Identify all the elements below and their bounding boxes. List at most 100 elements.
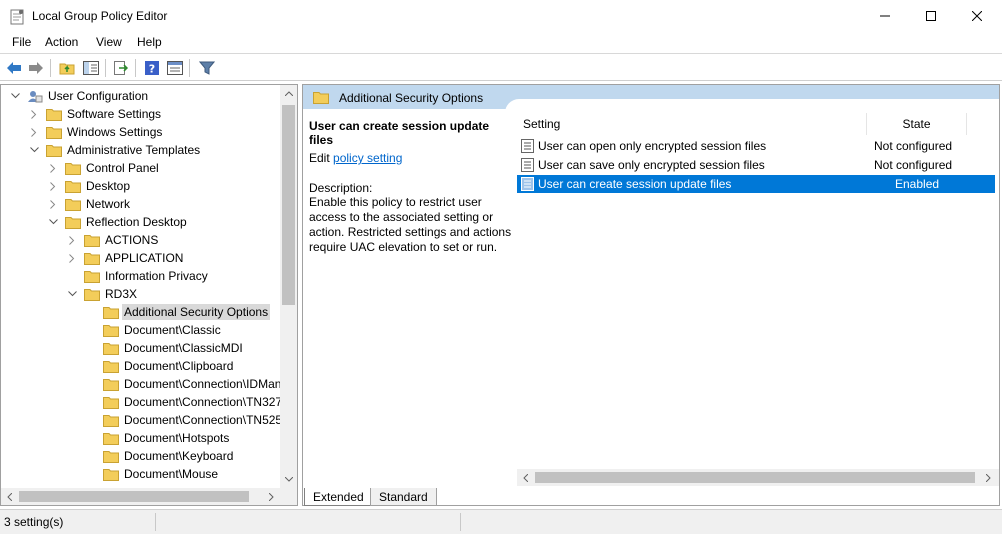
menu-action[interactable]: Action [43,35,80,49]
minimize-button[interactable] [862,0,908,32]
edit-policy-setting-link[interactable]: policy setting [333,151,402,165]
policy-setting-icon [521,139,534,153]
chevron-right-icon[interactable] [47,180,59,192]
tree-horizontal-scrollbar[interactable] [1,488,297,505]
details-header: Additional Security Options [303,85,999,113]
export-list-button[interactable] [111,58,131,78]
show-hide-tree-icon [83,61,99,75]
close-icon [972,11,982,21]
chevron-down-icon[interactable] [28,144,40,156]
chevron-right-icon[interactable] [47,198,59,210]
show-hide-tree-button[interactable] [81,58,101,78]
folder-icon [103,324,119,337]
tree-vertical-scrollbar[interactable] [280,85,297,488]
properties-icon [167,61,183,75]
chevron-down-icon[interactable] [47,216,59,228]
scroll-down-arrow-icon[interactable] [280,471,297,488]
list-hscroll-thumb[interactable] [535,472,975,483]
tree-item[interactable]: Control Panel [47,159,161,177]
tree-hscroll-thumb[interactable] [19,491,249,502]
tree-item[interactable]: Reflection Desktop [47,213,189,231]
tree-item[interactable]: Software Settings [28,105,163,123]
filter-button[interactable] [197,58,217,78]
tree-item-label: Windows Settings [67,125,163,139]
policy-title: User can create session update files [309,119,490,147]
menu-file[interactable]: File [10,35,33,49]
tree-item[interactable]: Document\Connection\TN3270 [85,393,291,411]
menu-view[interactable]: View [94,35,124,49]
scroll-right-arrow-icon[interactable] [980,469,997,486]
tree-item[interactable]: Document\Mouse [85,465,220,483]
chevron-right-icon[interactable] [28,126,40,138]
tree-item-label: Document\Connection\TN5250 [124,413,289,427]
header-curve [505,99,999,113]
folder-icon [103,360,119,373]
column-header-setting[interactable]: Setting [517,113,867,135]
tree-item[interactable]: Windows Settings [28,123,164,141]
tree-item[interactable]: Document\Keyboard [85,447,235,465]
tree-item-label: User Configuration [48,89,149,103]
close-button[interactable] [954,0,1000,32]
chevron-down-icon[interactable] [9,90,21,102]
tab-extended[interactable]: Extended [304,488,372,506]
tree-item[interactable]: Information Privacy [66,267,210,285]
tree-item[interactable]: Document\Clipboard [85,357,235,375]
tree-item[interactable]: ACTIONS [66,231,160,249]
up-folder-button[interactable] [57,58,77,78]
folder-icon [313,92,329,104]
table-row[interactable]: User can create session update files Enab… [517,175,995,193]
folder-icon [103,306,119,319]
tree-item-label: Additional Security Options [122,304,271,320]
tree-vscroll-thumb[interactable] [282,105,295,305]
scroll-left-arrow-icon[interactable] [517,469,534,486]
folder-icon [65,198,81,211]
tree-item[interactable]: RD3X [66,285,139,303]
folder-icon [84,270,100,283]
tab-standard[interactable]: Standard [370,488,437,506]
back-button[interactable] [4,58,24,78]
menu-bar: File Action View Help [0,32,1002,54]
tree-item[interactable]: Document\Hotspots [85,429,231,447]
tree-item-label: Reflection Desktop [86,215,187,229]
tree-item-label: Information Privacy [105,269,208,283]
chevron-right-icon[interactable] [66,234,78,246]
list-horizontal-scrollbar[interactable] [517,469,999,486]
tree-item-label: Document\ClassicMDI [124,341,243,355]
tree-item[interactable]: User Configuration [9,87,150,105]
tree-item[interactable]: Document\ClassicMDI [85,339,245,357]
properties-button[interactable] [165,58,185,78]
tree-item[interactable]: Document\Connection\TN5250 [85,411,291,429]
tree-item[interactable]: Additional Security Options [85,303,271,321]
tree-item[interactable]: Network [47,195,132,213]
settings-list[interactable]: Setting State User can open only encrypt… [517,113,999,475]
export-list-icon [114,61,129,75]
table-row[interactable]: User can save only encrypted session fil… [517,156,995,174]
maximize-button[interactable] [908,0,954,32]
help-button[interactable]: ? [142,58,162,78]
setting-state: Not configured [874,158,953,172]
chevron-right-icon[interactable] [28,108,40,120]
forward-button[interactable] [26,58,46,78]
chevron-down-icon[interactable] [66,288,78,300]
menu-help[interactable]: Help [135,35,164,49]
status-separator [155,513,156,531]
scroll-up-arrow-icon[interactable] [280,85,297,102]
scroll-right-arrow-icon[interactable] [263,488,280,505]
tree-item[interactable]: Desktop [47,177,132,195]
tree-item[interactable]: APPLICATION [66,249,185,267]
folder-icon [46,144,62,157]
tree-pane[interactable]: User Configuration Software Settings Windo… [0,84,298,506]
tree-item[interactable]: Administrative Templates [28,141,202,159]
table-row[interactable]: User can open only encrypted session fil… [517,137,995,155]
chevron-right-icon[interactable] [47,162,59,174]
scroll-left-arrow-icon[interactable] [1,488,18,505]
tree-item-label: Network [86,197,131,211]
tree-item[interactable]: Document\Connection\IDMan [85,375,283,393]
column-header-state[interactable]: State [867,113,967,135]
tree-item[interactable]: Document\Classic [85,321,223,339]
chevron-right-icon[interactable] [66,252,78,264]
status-bar: 3 setting(s) [0,509,1002,534]
